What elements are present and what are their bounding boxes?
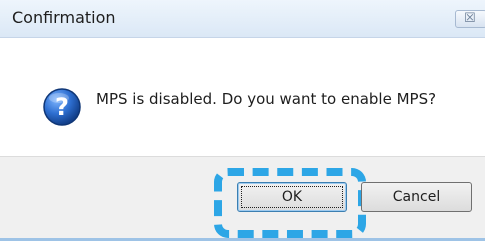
cancel-button-label: Cancel: [392, 189, 441, 205]
dialog-title: Confirmation: [12, 8, 116, 27]
close-button[interactable]: ☒: [455, 10, 485, 28]
close-icon: ☒: [464, 11, 476, 26]
confirmation-dialog: Confirmation ☒ ? MPS is disabled. Do you…: [0, 0, 485, 241]
svg-text:?: ?: [55, 93, 69, 121]
cancel-button[interactable]: Cancel: [361, 182, 472, 212]
focus-ring: [241, 186, 343, 208]
message-text: MPS is disabled. Do you want to enable M…: [96, 90, 437, 108]
dialog-content: ? MPS is disabled. Do you want to enable…: [0, 38, 485, 156]
question-icon: ?: [43, 88, 81, 126]
ok-button[interactable]: OK: [237, 182, 347, 212]
title-bar: Confirmation ☒: [0, 0, 485, 38]
